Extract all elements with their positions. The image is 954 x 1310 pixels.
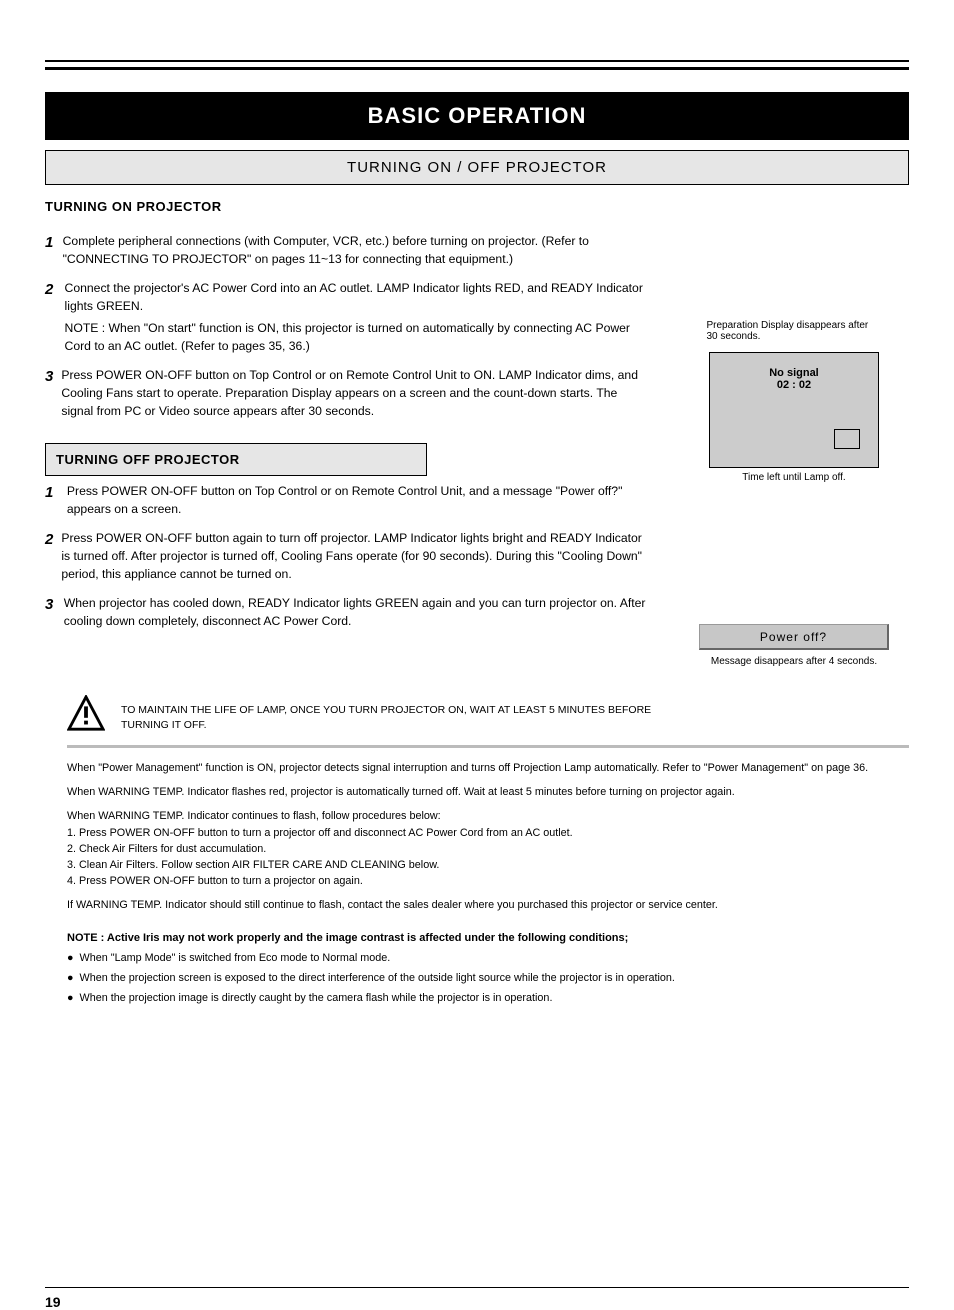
step-num: 2 [45, 529, 53, 584]
pm-step: 2. Check Air Filters for dust accumulati… [67, 841, 909, 857]
step-num: 3 [45, 594, 56, 631]
step-num: 3 [45, 366, 53, 421]
page-title: BASIC OPERATION [368, 103, 587, 128]
step-text: When projector has cooled down, READY In… [64, 594, 651, 631]
step-num: 2 [45, 279, 57, 356]
turning-off-header: TURNING OFF PROJECTOR [45, 443, 427, 477]
left-column: 1 Complete peripheral connections (with … [45, 232, 651, 630]
pm-step: 1. Press POWER ON-OFF button to turn a p… [67, 825, 909, 841]
power-off-dialog: Power off? [699, 624, 889, 650]
caution-text: TO MAINTAIN THE LIFE OF LAMP, ONCE YOU T… [121, 703, 681, 733]
step-text: Press POWER ON-OFF button on Top Control… [67, 482, 651, 519]
pm-step: 4. Press POWER ON-OFF button to turn a p… [67, 873, 909, 889]
step-num: 1 [45, 482, 59, 519]
note-bullet: When "Lamp Mode" is switched from Eco mo… [80, 950, 391, 966]
note-block: NOTE : Active Iris may not work properly… [67, 930, 909, 1007]
step-text: Press POWER ON-OFF button on Top Control… [61, 366, 651, 421]
no-signal-display: No signal 02 : 02 [709, 352, 879, 468]
prep-display-caption: Preparation Display disappears after 30 … [707, 320, 882, 342]
power-mgmt-block: When "Power Management" function is ON, … [67, 760, 909, 914]
note-bullet: When the projection screen is exposed to… [80, 970, 675, 986]
turning-on-header: TURNING ON PROJECTOR [45, 199, 909, 214]
pm-p1: When "Power Management" function is ON, … [67, 760, 909, 776]
no-signal-line2: 02 : 02 [710, 379, 878, 391]
warning-icon [67, 695, 105, 733]
pm-p4: If WARNING TEMP. Indicator should still … [67, 897, 909, 913]
step-num: 1 [45, 232, 55, 269]
page-subtitle: TURNING ON / OFF PROJECTOR [347, 159, 607, 176]
divider [67, 745, 909, 748]
step-text: Connect the projector's AC Power Cord in… [65, 279, 651, 316]
note-head: NOTE : Active Iris may not work properly… [67, 930, 909, 947]
no-signal-line1: No signal [710, 367, 878, 379]
note-bullet: When the projection image is directly ca… [80, 990, 553, 1006]
right-column: Preparation Display disappears after 30 … [679, 232, 909, 667]
step-text: Press POWER ON-OFF button again to turn … [61, 529, 651, 584]
pm-p3-lead: When WARNING TEMP. Indicator continues t… [67, 808, 909, 824]
pm-p2: When WARNING TEMP. Indicator flashes red… [67, 784, 909, 800]
step-text: Complete peripheral connections (with Co… [63, 232, 651, 269]
power-off-caption: Message disappears after 4 seconds. [711, 656, 877, 667]
screen-icon [834, 429, 860, 449]
pm-step: 3. Clean Air Filters. Follow section AIR… [67, 857, 909, 873]
page-title-bar: BASIC OPERATION [45, 92, 909, 140]
page-subtitle-bar: TURNING ON / OFF PROJECTOR [45, 150, 909, 185]
page-number: 19 [45, 1294, 909, 1310]
no-signal-caption: Time left until Lamp off. [742, 472, 845, 483]
step-note: NOTE : When "On start" function is ON, t… [65, 319, 651, 356]
